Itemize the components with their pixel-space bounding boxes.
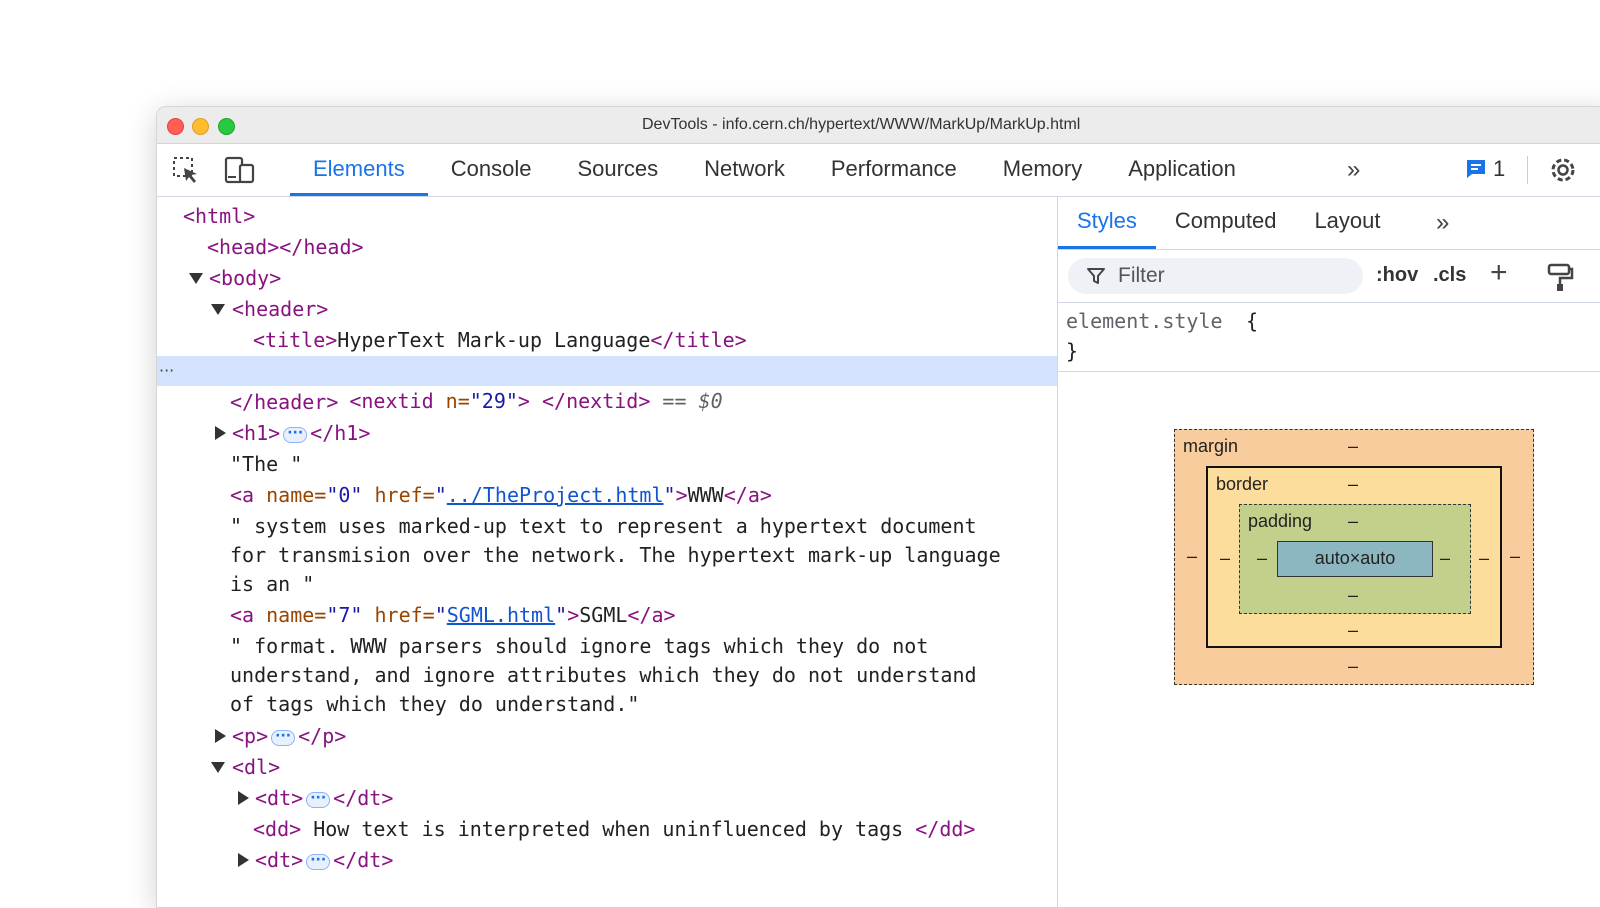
- dom-node-a-sgml[interactable]: <a name="7" href="SGML.html">SGML</a>: [157, 600, 1057, 630]
- border-bottom-value: –: [1348, 620, 1359, 640]
- more-sidebar-tabs-chevron-icon[interactable]: »: [1436, 209, 1449, 237]
- dom-node-dd[interactable]: <dd> How text is interpreted when uninfl…: [157, 814, 1057, 844]
- dom-text-node[interactable]: understand, and ignore attributes which …: [157, 660, 1057, 690]
- expand-dl-triangle-icon[interactable]: [211, 762, 225, 773]
- new-style-rule-plus-icon[interactable]: +: [1490, 256, 1508, 290]
- dom-node-head[interactable]: <head></head>: [157, 232, 1057, 262]
- issues-button[interactable]: 1: [1465, 156, 1505, 182]
- elements-dom-tree: <html> <head></head> <body> <header> <ti…: [157, 197, 1058, 907]
- collapsed-children-ellipsis[interactable]: ···: [271, 729, 296, 746]
- padding-right-value: –: [1440, 548, 1451, 568]
- dom-node-title[interactable]: <title>HyperText Mark-up Language</title…: [157, 325, 1057, 355]
- filter-placeholder: Filter: [1118, 264, 1165, 287]
- tab-sources[interactable]: Sources: [554, 144, 681, 196]
- margin-label: margin: [1183, 436, 1239, 456]
- inspect-element-icon[interactable]: [169, 154, 203, 186]
- expand-h1-triangle-icon[interactable]: [215, 426, 226, 440]
- box-model-border[interactable]: border – – – – padding – – – – auto×auto: [1206, 466, 1502, 648]
- margin-right-value: –: [1510, 546, 1521, 566]
- class-toggle[interactable]: .cls: [1433, 264, 1466, 287]
- more-tabs-chevron-icon[interactable]: »: [1347, 156, 1360, 184]
- box-model-content[interactable]: auto×auto: [1277, 541, 1433, 577]
- tab-layout[interactable]: Layout: [1295, 197, 1399, 249]
- collapsed-children-ellipsis[interactable]: ···: [306, 791, 331, 808]
- dom-node-header[interactable]: <header>: [157, 294, 1057, 324]
- dom-node-nextid-selected[interactable]: ··· <nextid n="29"> </nextid> == $0: [157, 356, 1057, 413]
- href-link-sgml[interactable]: SGML.html: [447, 603, 555, 627]
- rule-close-brace: }: [1066, 339, 1079, 363]
- filter-funnel-icon: [1087, 268, 1105, 284]
- tab-console[interactable]: Console: [428, 144, 555, 196]
- panel-tabs: Elements Console Sources Network Perform…: [290, 144, 1259, 196]
- margin-left-value: –: [1187, 546, 1198, 566]
- row-more-options-icon[interactable]: ···: [159, 356, 174, 386]
- main-toolbar: Elements Console Sources Network Perform…: [157, 144, 1600, 197]
- dom-text-node[interactable]: " system uses marked-up text to represen…: [157, 511, 1057, 541]
- padding-top-value: –: [1348, 511, 1359, 531]
- dom-node-header-close[interactable]: </header>: [157, 387, 1057, 417]
- expand-p-triangle-icon[interactable]: [215, 729, 226, 743]
- tab-network[interactable]: Network: [681, 144, 808, 196]
- padding-bottom-value: –: [1348, 585, 1359, 605]
- collapsed-children-ellipsis[interactable]: ···: [283, 426, 308, 443]
- dom-node-h1[interactable]: <h1> ··· </h1>: [157, 418, 1057, 448]
- padding-label: padding: [1248, 511, 1313, 531]
- margin-top-value: –: [1348, 436, 1359, 456]
- border-left-value: –: [1220, 548, 1231, 568]
- dom-text-node[interactable]: for transmision over the network. The hy…: [157, 540, 1057, 570]
- border-right-value: –: [1479, 548, 1490, 568]
- maximize-window-button[interactable]: [218, 118, 235, 135]
- issues-count: 1: [1493, 156, 1506, 181]
- expand-header-triangle-icon[interactable]: [211, 304, 225, 315]
- dom-node-dt[interactable]: <dt> ··· </dt>: [157, 783, 1057, 813]
- margin-bottom-value: –: [1348, 656, 1359, 676]
- tab-styles[interactable]: Styles: [1058, 197, 1156, 249]
- dom-node-html[interactable]: <html>: [157, 201, 1057, 231]
- styles-filter-input[interactable]: Filter: [1068, 258, 1363, 294]
- dom-node-dl[interactable]: <dl>: [157, 752, 1057, 782]
- tab-memory[interactable]: Memory: [980, 144, 1105, 196]
- tab-performance[interactable]: Performance: [808, 144, 980, 196]
- dom-node-dt[interactable]: <dt> ··· </dt>: [157, 845, 1057, 875]
- padding-left-value: –: [1257, 548, 1268, 568]
- tab-elements[interactable]: Elements: [290, 144, 428, 196]
- dom-text-node[interactable]: of tags which they do understand.": [157, 689, 1057, 719]
- box-model-margin[interactable]: margin – – – – border – – – – padding –: [1174, 429, 1534, 685]
- dom-text-node[interactable]: is an ": [157, 569, 1057, 599]
- sidebar-tabs: Styles Computed Layout »: [1058, 197, 1600, 250]
- box-model-diagram: margin – – – – border – – – – padding –: [1174, 429, 1534, 685]
- expand-dt-triangle-icon[interactable]: [238, 853, 249, 867]
- rule-open-brace: {: [1246, 309, 1259, 333]
- box-model-padding[interactable]: padding – – – – auto×auto: [1239, 504, 1471, 614]
- close-window-button[interactable]: [167, 118, 184, 135]
- tab-application[interactable]: Application: [1105, 144, 1259, 196]
- element-style-rule[interactable]: element.style { }: [1058, 303, 1600, 372]
- dom-node-a-theproject[interactable]: <a name="0" href="../TheProject.html">WW…: [157, 480, 1057, 510]
- border-top-value: –: [1348, 474, 1359, 494]
- href-link-theproject[interactable]: ../TheProject.html: [447, 483, 664, 507]
- minimize-window-button[interactable]: [192, 118, 209, 135]
- dom-node-p[interactable]: <p> ··· </p>: [157, 721, 1057, 751]
- dom-text-node[interactable]: "The ": [157, 449, 1057, 479]
- device-toolbar-icon[interactable]: [223, 154, 257, 186]
- settings-gear-icon[interactable]: [1547, 154, 1579, 191]
- styles-sidebar: Styles Computed Layout » Filter :hov .cl…: [1058, 197, 1600, 907]
- rendering-paint-roller-icon[interactable]: [1546, 262, 1574, 297]
- issues-message-icon: [1467, 160, 1485, 178]
- toolbar-divider: [1527, 156, 1528, 184]
- hover-state-toggle[interactable]: :hov: [1376, 264, 1418, 287]
- dom-text-node[interactable]: " format. WWW parsers should ignore tags…: [157, 631, 1057, 661]
- rule-selector: element.style: [1066, 309, 1223, 333]
- border-label: border: [1216, 474, 1269, 494]
- expand-dt-triangle-icon[interactable]: [238, 791, 249, 805]
- devtools-window: DevTools - info.cern.ch/hypertext/WWW/Ma…: [156, 106, 1600, 908]
- expand-body-triangle-icon[interactable]: [189, 273, 203, 284]
- tab-computed[interactable]: Computed: [1156, 197, 1296, 249]
- dom-node-body[interactable]: <body>: [157, 263, 1057, 293]
- styles-filter-bar: Filter :hov .cls +: [1058, 250, 1600, 303]
- title-bar: DevTools - info.cern.ch/hypertext/WWW/Ma…: [157, 107, 1600, 144]
- collapsed-children-ellipsis[interactable]: ···: [306, 853, 331, 870]
